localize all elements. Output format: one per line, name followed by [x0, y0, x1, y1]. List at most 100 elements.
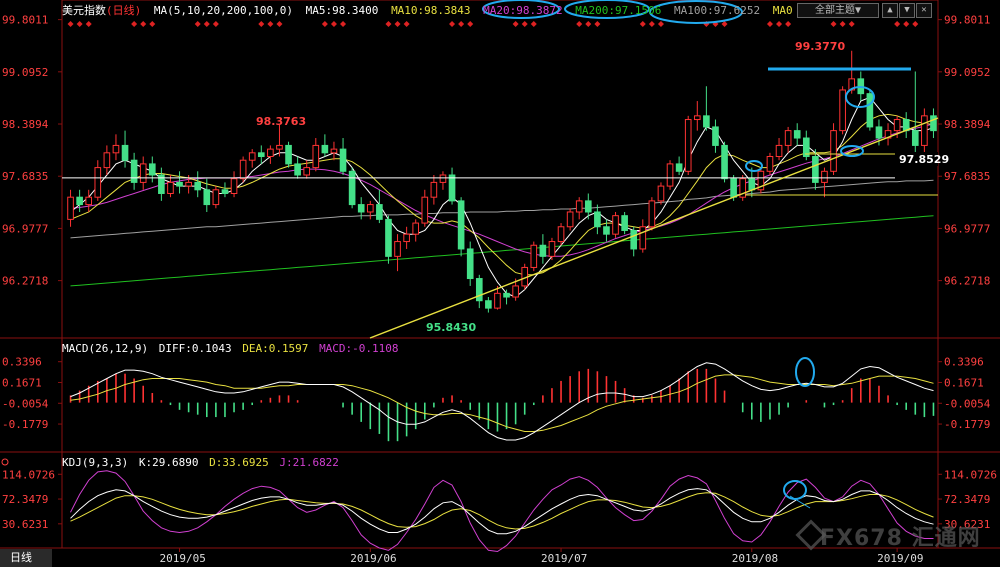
- candle-body: [67, 196, 74, 220]
- all-themes-dropdown[interactable]: 全部主题▼: [797, 3, 879, 18]
- candle-body: [485, 300, 492, 309]
- kdj-params[interactable]: KDJ(9,3,3): [62, 456, 128, 469]
- candle-body: [648, 200, 656, 228]
- event-marker: [512, 21, 519, 27]
- macd-highlight-circle: [795, 357, 815, 387]
- macd-axis-label-right: -0.1779: [944, 418, 990, 431]
- candle-body: [603, 226, 610, 235]
- candle-body: [221, 189, 229, 194]
- kdj-axis-label-left: 30.6231: [2, 518, 48, 531]
- ma0-value: MA0: [772, 4, 793, 17]
- candle-body: [139, 163, 147, 183]
- event-marker: [848, 21, 855, 27]
- ma20-value: MA20:98.3872: [483, 4, 563, 17]
- event-marker: [321, 21, 328, 27]
- candle-body: [830, 130, 837, 172]
- candle-body: [248, 152, 256, 161]
- event-marker: [131, 21, 138, 27]
- period-tag: (日线): [106, 4, 142, 17]
- event-marker: [467, 21, 474, 27]
- kdj-d: D:33.6925: [209, 456, 269, 469]
- chart-canvas: 99.8011 99.8011 99.0952 99.0952 98.3894 98.38…: [0, 0, 1000, 565]
- macd-dea: DEA:0.1597: [242, 342, 309, 355]
- macd-axis-label-right: 0.3396: [944, 356, 984, 369]
- kdj-axis-label-left: 72.3479: [2, 493, 48, 506]
- candle-body: [639, 226, 647, 250]
- candle-body: [530, 244, 538, 268]
- event-marker: [830, 21, 837, 27]
- candle-body: [866, 93, 874, 128]
- candle-body: [584, 200, 592, 213]
- candle-body: [103, 152, 111, 169]
- candle-body: [784, 130, 792, 146]
- close-icon[interactable]: ✕: [916, 3, 932, 18]
- candle-body: [112, 144, 120, 154]
- arrow-down-icon[interactable]: ▼: [899, 3, 915, 18]
- macd-diff: DIFF:0.1043: [158, 342, 232, 355]
- price-axis-label-right: 96.2718: [944, 275, 990, 288]
- event-marker: [912, 21, 919, 27]
- event-marker: [76, 21, 83, 27]
- event-marker: [203, 21, 210, 27]
- event-marker: [149, 21, 156, 27]
- candle-body: [703, 115, 710, 128]
- candle-body: [185, 181, 192, 187]
- macd-params[interactable]: MACD(26,12,9): [62, 342, 148, 355]
- candle-body: [357, 204, 365, 213]
- candle-body: [403, 233, 410, 243]
- candle-body: [94, 167, 102, 198]
- price-label-high: 99.3770: [795, 40, 845, 53]
- macd-axis-label-left: -0.0054: [2, 397, 49, 410]
- candle-body: [176, 181, 183, 187]
- trend-line: [369, 117, 939, 339]
- candle-body: [775, 144, 783, 158]
- event-marker: [458, 21, 465, 27]
- price-axis-label-left: 99.8011: [2, 14, 48, 27]
- candle-body: [875, 126, 883, 139]
- candle-body: [421, 196, 429, 224]
- candle-body: [121, 144, 129, 161]
- price-axis-label-right: 99.0952: [944, 66, 990, 79]
- event-marker: [140, 21, 147, 27]
- price-label-support: 97.8529: [899, 153, 949, 166]
- candle-body: [575, 200, 583, 213]
- event-marker: [340, 21, 347, 27]
- event-marker: [258, 21, 265, 27]
- candle-body: [457, 200, 465, 250]
- event-marker: [766, 21, 773, 27]
- event-marker: [776, 21, 783, 27]
- candle-body: [612, 215, 619, 235]
- kdj-axis-label-right: 114.0726: [944, 468, 997, 481]
- candle-body: [366, 204, 374, 213]
- event-marker: [839, 21, 846, 27]
- candle-body: [130, 159, 138, 183]
- main-header: 美元指数(日线) MA(5,10,20,200,100,0) MA5:98.34…: [62, 2, 799, 18]
- event-marker: [648, 21, 655, 27]
- price-label-early-high: 98.3763: [256, 115, 306, 128]
- candle-body: [657, 185, 665, 202]
- candle-body: [85, 196, 93, 206]
- kdj-k: K:29.6890: [138, 456, 199, 469]
- event-marker: [85, 21, 92, 27]
- arrow-up-icon[interactable]: ▲: [882, 3, 898, 18]
- x-axis-label: 2019/05: [160, 552, 206, 565]
- candle-body: [766, 156, 774, 172]
- price-axis-label-right: 98.3894: [944, 118, 991, 131]
- candle-body: [239, 159, 247, 180]
- x-axis-label: 2019/06: [350, 552, 396, 565]
- ma10-value: MA10:98.3843: [391, 4, 471, 17]
- candle-body: [167, 181, 174, 194]
- candle-body: [230, 178, 238, 194]
- candle-body: [911, 130, 919, 146]
- candle-body: [930, 115, 937, 132]
- price-axis-label-left: 96.2718: [2, 275, 48, 288]
- candle-body: [675, 163, 683, 172]
- candle-body: [412, 222, 420, 235]
- ma-params: MA(5,10,20,200,100,0): [153, 4, 293, 17]
- event-marker: [267, 21, 274, 27]
- period-button[interactable]: 日线: [0, 549, 52, 567]
- candle-body: [339, 148, 347, 172]
- event-marker: [894, 21, 901, 27]
- candle-body: [748, 178, 756, 191]
- instrument-name[interactable]: 美元指数: [62, 4, 106, 17]
